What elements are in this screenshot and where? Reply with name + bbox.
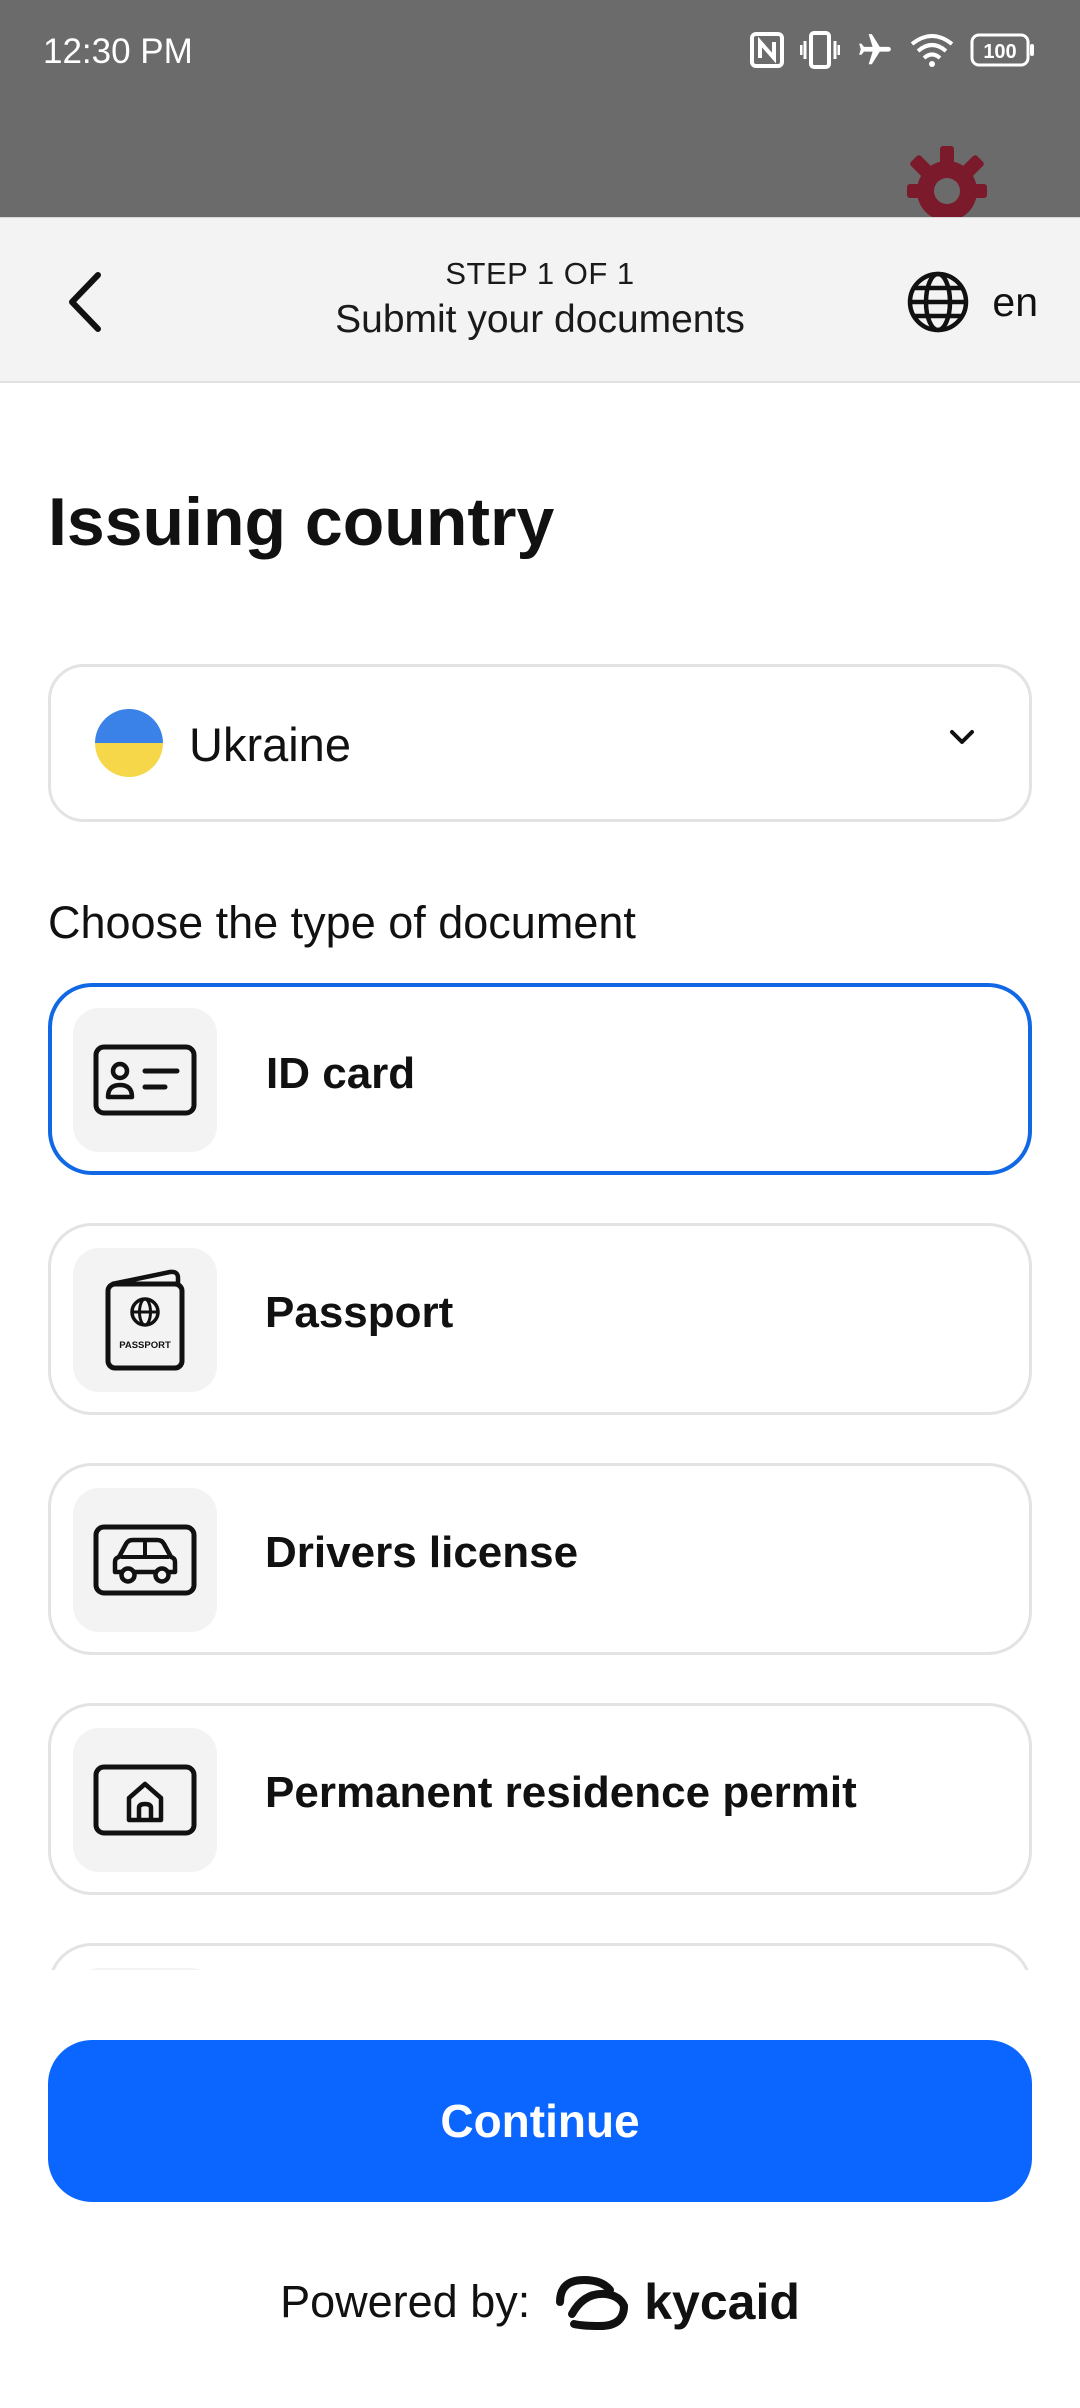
country-value: Ukraine [189,718,351,771]
ukraine-flag-icon [95,709,163,777]
document-icon [73,1968,217,1970]
globe-icon [908,271,969,333]
passport-icon: PASSPORT [73,1248,217,1392]
powered-by-footer: Powered by: kycaid [0,2272,1080,2332]
chevron-down-icon [950,730,974,744]
document-option-id-card[interactable]: ID card [48,983,1032,1175]
continue-button[interactable]: Continue [48,2040,1032,2202]
document-type-label: Choose the type of document [48,897,636,948]
document-type-list: ID card PASSPORT Passport Drivers licens… [0,980,1080,1970]
car-icon [73,1488,217,1632]
language-selector[interactable]: en [906,270,1038,334]
kycaid-logo[interactable]: kycaid [554,2272,800,2332]
svg-text:100: 100 [983,41,1016,63]
document-option-passport[interactable]: PASSPORT Passport [48,1223,1032,1415]
svg-text:PASSPORT: PASSPORT [119,1340,171,1351]
status-time: 12:30 PM [43,32,193,71]
wifi-icon [910,34,954,67]
document-option-residence-permit[interactable]: Permanent residence permit [48,1703,1032,1895]
document-option-label: Passport [265,1288,454,1337]
document-option-partial[interactable] [48,1943,1032,1970]
document-option-label: Permanent residence permit [265,1768,857,1817]
battery-icon: 100 [970,33,1034,67]
vibrate-icon [800,31,840,69]
document-option-label: Drivers license [265,1528,579,1577]
kycaid-brand-name: kycaid [644,2274,800,2330]
document-option-drivers-license[interactable]: Drivers license [48,1463,1032,1655]
airplane-icon [859,34,891,65]
house-icon [73,1728,217,1872]
status-bar: 12:30 PM 100 [0,0,1080,217]
powered-by-label: Powered by: [280,2276,531,2327]
gear-icon [907,146,987,217]
kycaid-logo-icon [556,2275,629,2331]
id-card-icon [73,1008,217,1152]
nfc-icon [750,32,784,68]
language-code: en [992,278,1038,325]
top-bar: STEP 1 OF 1 Submit your documents en [0,217,1080,383]
page-title: Issuing country [48,484,555,560]
status-icons: 100 [750,28,1036,72]
country-dropdown[interactable]: Ukraine [48,664,1032,822]
document-option-label: ID card [266,1049,416,1098]
